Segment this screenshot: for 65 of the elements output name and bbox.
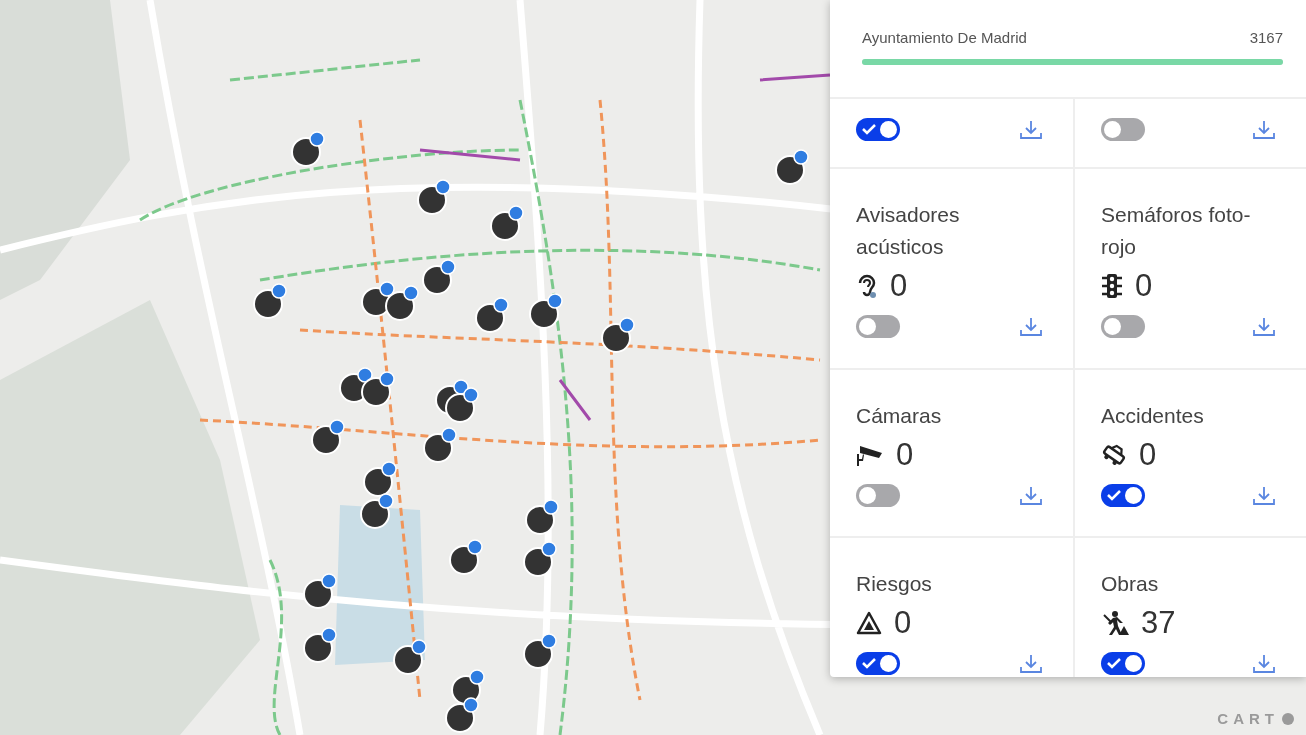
map-marker-icon[interactable] bbox=[252, 282, 288, 320]
layer-count: 0 bbox=[1139, 437, 1157, 473]
download-icon[interactable] bbox=[1252, 653, 1276, 674]
overturned-car-icon bbox=[1101, 442, 1127, 468]
download-icon[interactable] bbox=[1252, 485, 1276, 506]
map-marker-icon[interactable] bbox=[362, 460, 398, 498]
source-count: 3167 bbox=[1249, 29, 1283, 46]
download-icon[interactable] bbox=[1019, 485, 1043, 506]
carto-logo: CART bbox=[1217, 710, 1279, 727]
layer-count: 0 bbox=[1135, 268, 1153, 304]
map-marker-icon[interactable] bbox=[421, 258, 457, 296]
download-icon[interactable] bbox=[1019, 119, 1043, 140]
layer-count: 0 bbox=[890, 268, 908, 304]
map-marker-icon[interactable] bbox=[448, 538, 484, 576]
warning-triangle-icon bbox=[856, 611, 882, 635]
map-marker-icon[interactable] bbox=[392, 638, 428, 676]
ear-icon bbox=[856, 273, 878, 299]
layer-title: Riesgos bbox=[856, 571, 933, 597]
layer-title: Semáforos foto-rojo bbox=[1101, 202, 1252, 260]
map-marker-icon[interactable] bbox=[444, 386, 480, 424]
source-label: Ayuntamiento De Madrid bbox=[862, 29, 1027, 46]
layer-count: 0 bbox=[894, 605, 912, 641]
check-icon bbox=[862, 124, 876, 135]
toggle-switch[interactable] bbox=[1101, 118, 1145, 141]
download-icon[interactable] bbox=[1252, 316, 1276, 337]
map-marker-icon[interactable] bbox=[302, 572, 338, 610]
road-worker-icon bbox=[1101, 610, 1129, 636]
toggle-switch[interactable] bbox=[856, 118, 900, 141]
download-icon[interactable] bbox=[1252, 119, 1276, 140]
map-marker-icon[interactable] bbox=[360, 370, 396, 408]
map-marker-icon[interactable] bbox=[359, 492, 395, 530]
layer-count: 0 bbox=[896, 437, 914, 473]
check-icon bbox=[862, 658, 876, 669]
dot-icon bbox=[1282, 712, 1294, 725]
layer-title: Obras bbox=[1101, 571, 1160, 597]
map-marker-icon[interactable] bbox=[416, 178, 452, 216]
traffic-light-icon bbox=[1101, 273, 1123, 299]
layer-title: Cámaras bbox=[856, 403, 943, 429]
map-marker-icon[interactable] bbox=[474, 296, 510, 334]
toggle-switch[interactable] bbox=[1101, 652, 1145, 675]
map-marker-icon[interactable] bbox=[774, 148, 810, 186]
map-marker-icon[interactable] bbox=[310, 418, 346, 456]
toggle-switch[interactable] bbox=[1101, 484, 1145, 507]
map-marker-icon[interactable] bbox=[489, 204, 525, 242]
layer-count: 37 bbox=[1141, 605, 1176, 641]
toggle-switch[interactable] bbox=[856, 484, 900, 507]
toggle-switch[interactable] bbox=[856, 652, 900, 675]
map-marker-icon[interactable] bbox=[522, 632, 558, 670]
layer-title: Avisadores acústicos bbox=[856, 202, 961, 260]
map-marker-icon[interactable] bbox=[444, 696, 480, 734]
toggle-switch[interactable] bbox=[1101, 315, 1145, 338]
map-marker-icon[interactable] bbox=[422, 426, 458, 464]
map-marker-icon[interactable] bbox=[528, 292, 564, 330]
download-icon[interactable] bbox=[1019, 653, 1043, 674]
download-icon[interactable] bbox=[1019, 316, 1043, 337]
map-marker-icon[interactable] bbox=[302, 626, 338, 664]
check-icon bbox=[1107, 658, 1121, 669]
map-marker-icon[interactable] bbox=[384, 284, 420, 322]
map-marker-icon[interactable] bbox=[522, 540, 558, 578]
layer-title: Accidentes bbox=[1101, 403, 1205, 429]
map-marker-icon[interactable] bbox=[290, 130, 326, 168]
map-marker-icon[interactable] bbox=[600, 316, 636, 354]
check-icon bbox=[1107, 490, 1121, 501]
toggle-switch[interactable] bbox=[856, 315, 900, 338]
map-marker-icon[interactable] bbox=[524, 498, 560, 536]
